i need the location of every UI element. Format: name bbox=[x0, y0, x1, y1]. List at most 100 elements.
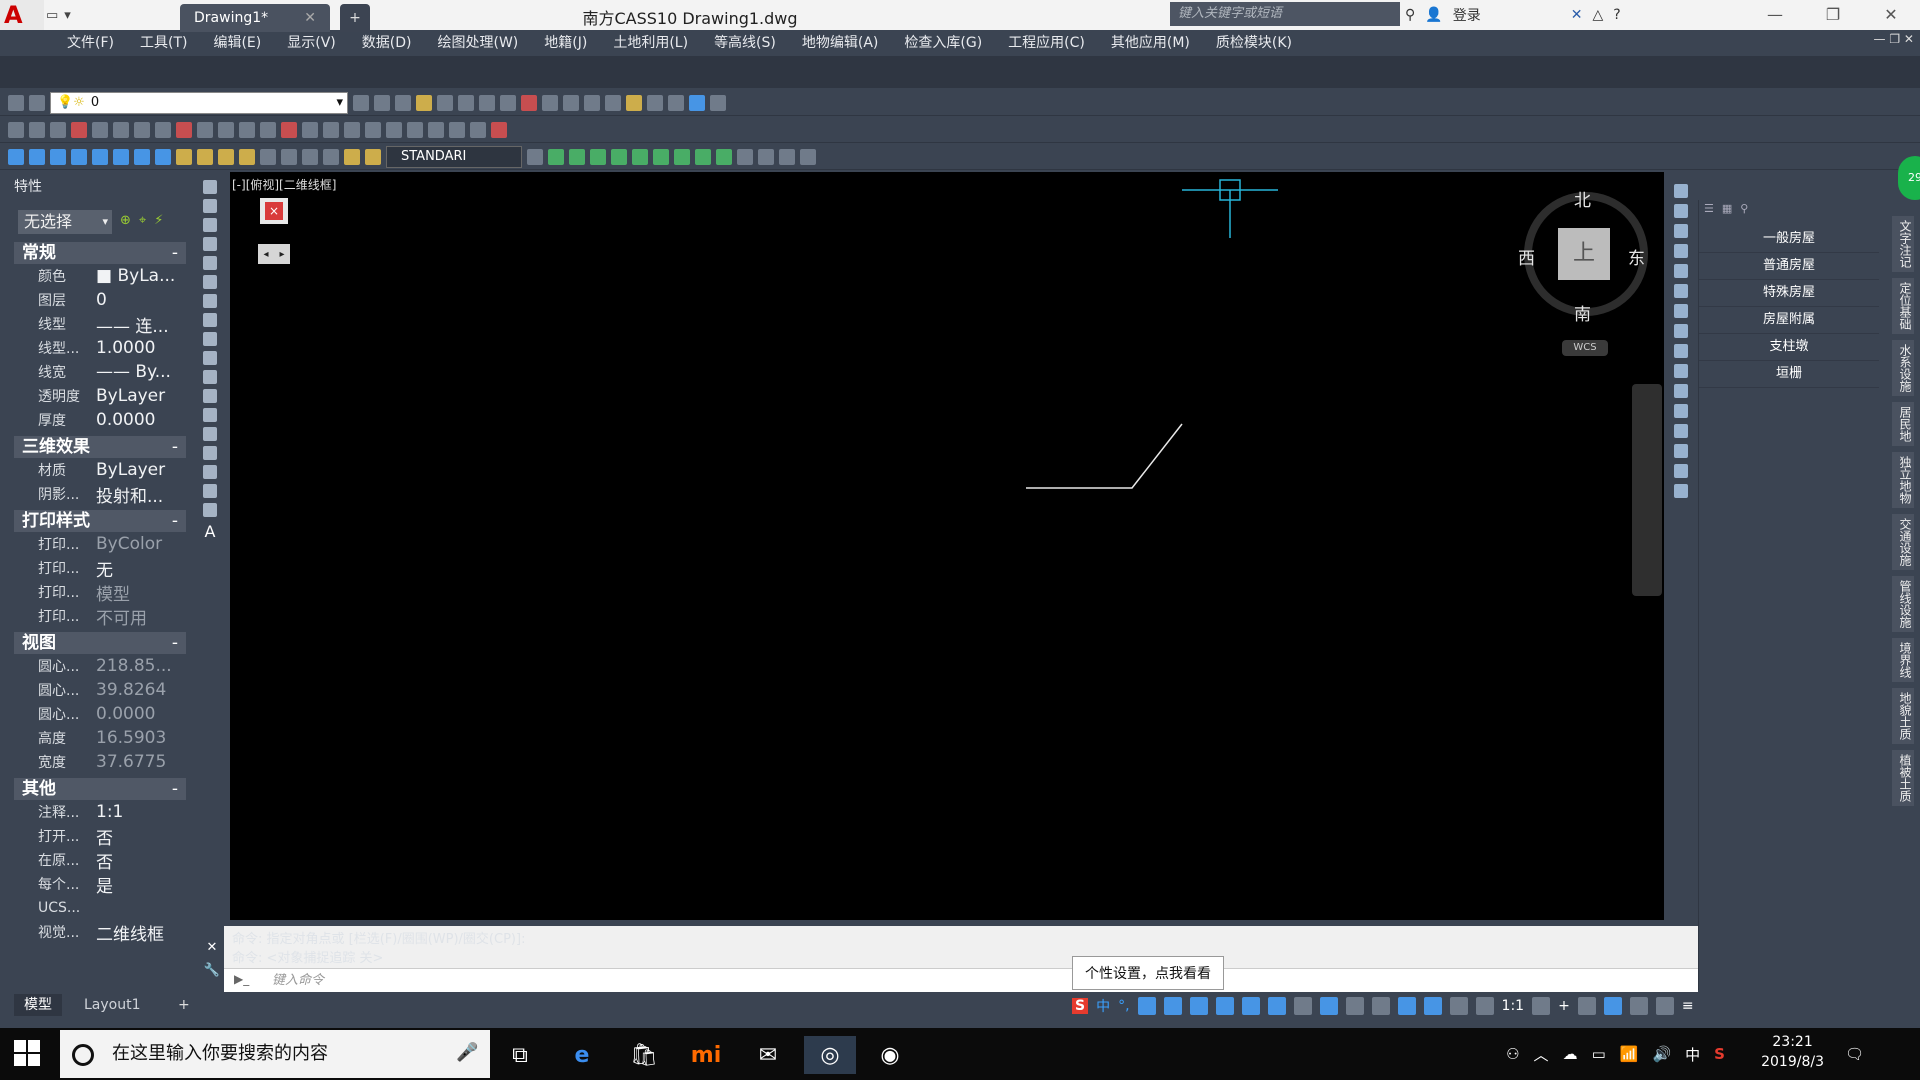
tab-layout1[interactable]: Layout1 bbox=[74, 994, 151, 1016]
cass-tool-20-icon[interactable] bbox=[407, 121, 423, 138]
user-icon[interactable]: 👤 bbox=[1425, 7, 1442, 23]
compass-west[interactable]: 西 bbox=[1518, 244, 1535, 269]
hatch-icon[interactable] bbox=[203, 446, 217, 460]
cass-tool-8-icon[interactable] bbox=[155, 121, 171, 138]
close-command-icon[interactable]: ✕ bbox=[200, 940, 224, 955]
menu-qc[interactable]: 质检模块(K) bbox=[1203, 32, 1305, 52]
prop-row[interactable]: 线型... 1.0000 bbox=[14, 336, 186, 360]
cass-taskbar-icon[interactable]: ◎ bbox=[804, 1036, 856, 1074]
panel-item-fence[interactable]: 垣栅 bbox=[1699, 361, 1879, 388]
collapse-icon[interactable]: - bbox=[172, 632, 178, 654]
store-icon[interactable]: 🛍 bbox=[624, 1036, 664, 1074]
cass-tool-24-icon[interactable] bbox=[491, 121, 507, 138]
minimize-button[interactable]: — bbox=[1746, 0, 1804, 30]
user-ime-icon[interactable] bbox=[1215, 997, 1234, 1015]
snap-none-icon[interactable] bbox=[779, 148, 795, 165]
open-icon[interactable] bbox=[395, 94, 411, 111]
new-layout-button[interactable]: + bbox=[168, 994, 200, 1016]
rotate-icon[interactable] bbox=[1674, 304, 1688, 318]
prop-row[interactable]: UCS... bbox=[14, 896, 186, 920]
isodraft-icon[interactable] bbox=[1345, 997, 1364, 1015]
zoom-extents-icon[interactable] bbox=[479, 94, 495, 111]
cass-tool-10-icon[interactable] bbox=[197, 121, 213, 138]
vtab-transport[interactable]: 交通设施 bbox=[1892, 514, 1914, 570]
cass-tool-6-icon[interactable] bbox=[113, 121, 129, 138]
skin-icon[interactable] bbox=[1241, 997, 1260, 1015]
panel-item-pillar[interactable]: 支柱墩 bbox=[1699, 334, 1879, 361]
gradient-icon[interactable] bbox=[203, 465, 217, 479]
stretch-icon[interactable] bbox=[1674, 344, 1688, 358]
compass-north[interactable]: 北 bbox=[1574, 186, 1591, 211]
prop-row[interactable]: 阴影... 投射和... bbox=[14, 482, 186, 507]
polygon-icon[interactable] bbox=[203, 237, 217, 251]
prop-row[interactable]: 打开... 否 bbox=[14, 824, 186, 849]
section-plot-style[interactable]: 打印样式 - bbox=[14, 510, 186, 532]
mirror-icon[interactable] bbox=[1674, 224, 1688, 238]
prop-row[interactable]: 线宽 —— By... bbox=[14, 360, 186, 384]
hamburger-icon[interactable]: ≡ bbox=[1682, 998, 1694, 1014]
vtab-pipelines[interactable]: 管线设施 bbox=[1892, 576, 1914, 632]
prop-row[interactable]: 打印... 无 bbox=[14, 556, 186, 581]
selection-dropdown[interactable]: 无选择 ▾ bbox=[18, 210, 112, 234]
toolbox-icon[interactable] bbox=[1267, 997, 1286, 1015]
taskbar-search-input[interactable]: 在这里输入你要搜索的内容 bbox=[60, 1030, 490, 1078]
cass-tool-18-icon[interactable] bbox=[365, 121, 381, 138]
prop-row[interactable]: 视觉... 二维线框 bbox=[14, 920, 186, 945]
polyline-icon[interactable] bbox=[203, 218, 217, 232]
menu-edit[interactable]: 编辑(E) bbox=[200, 32, 274, 52]
annotation-scale-value[interactable]: 1:1 bbox=[1502, 998, 1525, 1014]
tab-model[interactable]: 模型 bbox=[14, 994, 62, 1016]
cass-tool-9-icon[interactable] bbox=[176, 121, 192, 138]
drawn-polyline[interactable] bbox=[1026, 423, 1183, 489]
prop-row[interactable]: 宽度 37.6775 bbox=[14, 750, 186, 774]
prop-row[interactable]: 材质 ByLayer bbox=[14, 458, 186, 482]
compass-east[interactable]: 东 bbox=[1628, 244, 1645, 269]
measure-icon[interactable] bbox=[689, 94, 705, 111]
object-snap-tracking-icon[interactable] bbox=[1371, 997, 1390, 1015]
edge-browser-icon[interactable]: e bbox=[562, 1036, 602, 1074]
prop-row[interactable]: 注释... 1:1 bbox=[14, 800, 186, 824]
snap-center-icon[interactable] bbox=[632, 148, 648, 165]
object-snap-icon[interactable] bbox=[1397, 997, 1416, 1015]
dim-baseline-icon[interactable] bbox=[197, 148, 213, 165]
section-3d-effects[interactable]: 三维效果 - bbox=[14, 436, 186, 458]
vtab-vegetation[interactable]: 植被土质 bbox=[1892, 750, 1914, 806]
line-icon[interactable] bbox=[203, 180, 217, 194]
collapse-icon[interactable]: - bbox=[172, 510, 178, 532]
arrow-right-icon[interactable]: ▸ bbox=[279, 249, 284, 260]
layer-state-icon[interactable] bbox=[29, 94, 45, 111]
rectangle-icon[interactable] bbox=[203, 256, 217, 270]
cass-tool-15-icon[interactable] bbox=[302, 121, 318, 138]
ortho-icon[interactable] bbox=[1293, 997, 1312, 1015]
open-folder-icon[interactable]: ▭ bbox=[46, 8, 58, 23]
construction-line-icon[interactable] bbox=[203, 199, 217, 213]
maximize-button[interactable]: ❐ bbox=[1804, 0, 1862, 30]
section-general[interactable]: 常规 - bbox=[14, 242, 186, 264]
snap-parallel-icon[interactable] bbox=[716, 148, 732, 165]
layer-dropdown[interactable]: 💡☼ 0 ▾ bbox=[50, 91, 348, 114]
cass-tool-1-icon[interactable] bbox=[8, 121, 24, 138]
region-icon[interactable] bbox=[203, 484, 217, 498]
a360-icon[interactable]: △ bbox=[1592, 7, 1603, 23]
calculator-icon[interactable] bbox=[605, 94, 621, 111]
prop-row[interactable]: 圆心... 39.8264 bbox=[14, 678, 186, 702]
prop-row[interactable]: 打印... 模型 bbox=[14, 580, 186, 605]
cass-tool-3-icon[interactable] bbox=[50, 121, 66, 138]
cass-tool-7-icon[interactable] bbox=[134, 121, 150, 138]
vtab-independent-features[interactable]: 独立地物 bbox=[1892, 452, 1914, 508]
close-tab-icon[interactable]: ✕ bbox=[304, 4, 316, 32]
zoom-window-icon[interactable] bbox=[458, 94, 474, 111]
menu-file[interactable]: 文件(F) bbox=[54, 32, 127, 52]
collapse-icon[interactable]: - bbox=[172, 242, 178, 264]
menu-view[interactable]: 显示(V) bbox=[274, 32, 349, 52]
panel-item-ordinary-house[interactable]: 普通房屋 bbox=[1699, 253, 1879, 280]
vtab-boundaries[interactable]: 境界线 bbox=[1892, 638, 1914, 682]
cass-tool-23-icon[interactable] bbox=[470, 121, 486, 138]
annotation-visibility-icon[interactable] bbox=[1423, 997, 1442, 1015]
keyboard-icon[interactable] bbox=[1189, 997, 1208, 1015]
trim-icon[interactable] bbox=[1674, 364, 1688, 378]
snap-midpoint-icon[interactable] bbox=[569, 148, 585, 165]
vtab-control-points[interactable]: 定位基础 bbox=[1892, 278, 1914, 334]
prop-row[interactable]: 线型 —— 连... bbox=[14, 312, 186, 337]
dim-aligned-icon[interactable] bbox=[29, 148, 45, 165]
